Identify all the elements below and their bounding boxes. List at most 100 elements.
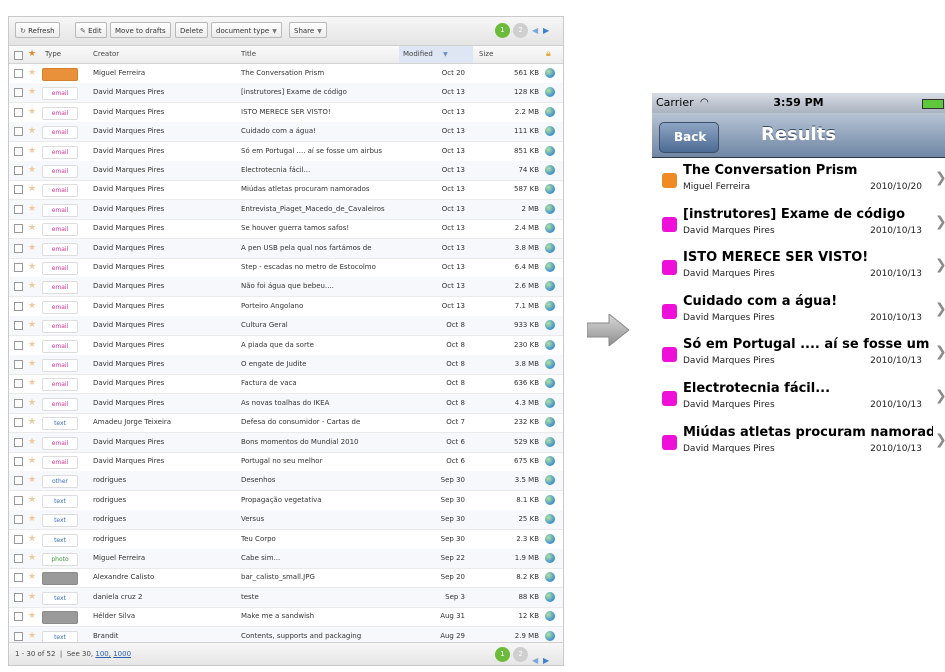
delete-button[interactable]: Delete bbox=[175, 22, 208, 38]
row-checkbox[interactable] bbox=[14, 612, 23, 622]
table-row[interactable]: ★ email David Marques Pires A piada que da … bbox=[9, 336, 563, 356]
star-icon[interactable]: ★ bbox=[28, 452, 36, 471]
result-list-item[interactable]: Miúdas atletas procuram namorados David M… bbox=[652, 419, 945, 463]
globe-icon[interactable] bbox=[545, 242, 555, 253]
title-cell[interactable]: Cuidado com a água! bbox=[241, 122, 401, 141]
row-checkbox[interactable] bbox=[14, 107, 23, 117]
prev-page-icon[interactable]: ◀ bbox=[532, 26, 538, 35]
star-icon[interactable]: ★ bbox=[28, 277, 36, 296]
globe-icon[interactable] bbox=[545, 553, 555, 563]
star-icon[interactable]: ★ bbox=[28, 103, 36, 122]
page-1-button[interactable]: 1 bbox=[495, 23, 510, 38]
star-icon[interactable]: ★ bbox=[28, 258, 36, 277]
title-cell[interactable]: Miúdas atletas procuram namorados bbox=[241, 180, 401, 199]
title-cell[interactable]: Teu Corpo bbox=[241, 530, 401, 549]
table-row[interactable]: ★ email David Marques Pires [instrutores] E… bbox=[9, 83, 563, 104]
result-list-item[interactable]: [instrutores] Exame de código David Marqu… bbox=[652, 201, 945, 247]
globe-icon[interactable] bbox=[545, 262, 555, 272]
star-icon[interactable]: ★ bbox=[28, 316, 36, 335]
table-row[interactable]: ★ Alexandre Calisto bar_calisto_small.JPG S… bbox=[9, 568, 563, 589]
table-row[interactable]: ★ email David Marques Pires Miúdas atletas … bbox=[9, 180, 563, 201]
next-page-icon[interactable]: ▶ bbox=[543, 26, 549, 35]
table-row[interactable]: ★ text Amadeu Jorge Teixeira Defesa do cons… bbox=[9, 413, 563, 434]
title-cell[interactable]: O engate de Judite bbox=[241, 355, 401, 374]
row-checkbox[interactable] bbox=[14, 457, 23, 466]
title-cell[interactable]: [instrutores] Exame de código bbox=[241, 83, 401, 102]
title-cell[interactable]: Entrevista_Piaget_Macedo_de_Cavaleiros bbox=[241, 200, 401, 219]
star-icon[interactable]: ★ bbox=[28, 200, 36, 219]
row-checkbox[interactable] bbox=[14, 573, 23, 583]
table-row[interactable]: ★ email David Marques Pires Entrevista_Piag… bbox=[9, 199, 563, 220]
star-icon[interactable]: ★ bbox=[28, 374, 36, 393]
move-to-drafts-button[interactable]: Move to drafts bbox=[110, 22, 171, 38]
page-size-100-link[interactable]: 100, bbox=[95, 650, 111, 658]
title-cell[interactable]: The Conversation Prism bbox=[241, 64, 401, 83]
globe-icon[interactable] bbox=[545, 533, 555, 544]
globe-icon[interactable] bbox=[545, 87, 555, 98]
title-cell[interactable]: ISTO MERECE SER VISTO! bbox=[241, 103, 401, 122]
globe-icon[interactable] bbox=[545, 494, 555, 505]
globe-icon[interactable] bbox=[545, 611, 555, 622]
row-checkbox[interactable] bbox=[14, 340, 23, 350]
table-row[interactable]: ★ Hélder Silva Make me a sandwish Aug 31 12 … bbox=[9, 607, 563, 628]
star-icon[interactable]: ★ bbox=[28, 355, 36, 374]
table-row[interactable]: ★ photo Miguel Ferreira Cabe sim... Sep 22 1.… bbox=[9, 549, 563, 569]
page-size-1000-link[interactable]: 1000 bbox=[113, 650, 131, 658]
row-checkbox[interactable] bbox=[14, 146, 23, 156]
share-dropdown[interactable]: Share ▼ bbox=[289, 22, 327, 38]
row-checkbox[interactable] bbox=[14, 321, 23, 331]
globe-icon[interactable] bbox=[545, 223, 555, 234]
title-cell[interactable]: A piada que da sorte bbox=[241, 336, 401, 355]
star-icon[interactable]: ★ bbox=[28, 46, 36, 63]
table-row[interactable]: ★ email David Marques Pires Bons momentos d… bbox=[9, 432, 563, 453]
table-row[interactable]: ★ email David Marques Pires Electrotecnia f… bbox=[9, 161, 563, 181]
table-row[interactable]: ★ email David Marques Pires A pen USB pela … bbox=[9, 238, 563, 259]
row-checkbox[interactable] bbox=[14, 592, 23, 602]
globe-icon[interactable] bbox=[545, 397, 555, 408]
title-cell[interactable]: Bons momentos do Mundial 2010 bbox=[241, 433, 401, 452]
globe-icon[interactable] bbox=[545, 126, 555, 137]
column-size[interactable]: Size bbox=[479, 46, 493, 63]
footer-page-2-button[interactable]: 2 bbox=[513, 647, 528, 662]
title-cell[interactable]: Não foi água que bebeu.... bbox=[241, 277, 401, 296]
table-row[interactable]: ★ email David Marques Pires Factura de vaca… bbox=[9, 374, 563, 395]
table-row[interactable]: ★ text rodrigues Propagação vegetativa Sep 3… bbox=[9, 491, 563, 511]
title-cell[interactable]: Versus bbox=[241, 510, 401, 529]
table-row[interactable]: ★ other rodrigues Desenhos Sep 30 3.5 MB bbox=[9, 471, 563, 492]
row-checkbox[interactable] bbox=[14, 263, 23, 272]
table-row[interactable]: ★ email David Marques Pires O engate de Jud… bbox=[9, 355, 563, 375]
star-icon[interactable]: ★ bbox=[28, 142, 36, 161]
row-checkbox[interactable] bbox=[14, 631, 23, 641]
title-cell[interactable]: teste bbox=[241, 588, 401, 607]
title-cell[interactable]: Defesa do consumidor - Cartas de bbox=[241, 413, 401, 432]
row-checkbox[interactable] bbox=[14, 379, 23, 389]
star-icon[interactable]: ★ bbox=[28, 568, 36, 587]
row-checkbox[interactable] bbox=[14, 398, 23, 408]
globe-icon[interactable] bbox=[545, 281, 555, 292]
title-cell[interactable]: As novas toalhas do IKEA bbox=[241, 394, 401, 413]
star-icon[interactable]: ★ bbox=[28, 471, 36, 490]
globe-icon[interactable] bbox=[545, 339, 555, 350]
column-creator[interactable]: Creator bbox=[93, 46, 119, 63]
star-icon[interactable]: ★ bbox=[28, 219, 36, 238]
prev-page-icon[interactable]: ◀ bbox=[532, 650, 538, 672]
globe-icon[interactable] bbox=[545, 300, 555, 311]
document-type-dropdown[interactable]: document type ▼ bbox=[211, 22, 282, 38]
back-button[interactable]: Back bbox=[659, 122, 720, 153]
star-icon[interactable]: ★ bbox=[28, 161, 36, 180]
globe-icon[interactable] bbox=[545, 106, 555, 117]
table-row[interactable]: ★ email David Marques Pires Cuidado com a á… bbox=[9, 122, 563, 143]
table-row[interactable]: ★ email David Marques Pires Só em Portugal … bbox=[9, 142, 563, 162]
table-row[interactable]: ★ email David Marques Pires Portugal no seu… bbox=[9, 452, 563, 472]
row-checkbox[interactable] bbox=[14, 301, 23, 311]
globe-icon[interactable] bbox=[545, 184, 555, 195]
star-icon[interactable]: ★ bbox=[28, 530, 36, 549]
star-icon[interactable]: ★ bbox=[28, 180, 36, 199]
table-row[interactable]: ★ email David Marques Pires Step - escadas … bbox=[9, 258, 563, 278]
row-checkbox[interactable] bbox=[14, 204, 23, 214]
title-cell[interactable]: Make me a sandwish bbox=[241, 607, 401, 626]
title-cell[interactable]: Desenhos bbox=[241, 471, 401, 490]
column-title[interactable]: Title bbox=[241, 46, 256, 63]
star-icon[interactable]: ★ bbox=[28, 549, 36, 568]
row-checkbox[interactable] bbox=[14, 534, 23, 544]
